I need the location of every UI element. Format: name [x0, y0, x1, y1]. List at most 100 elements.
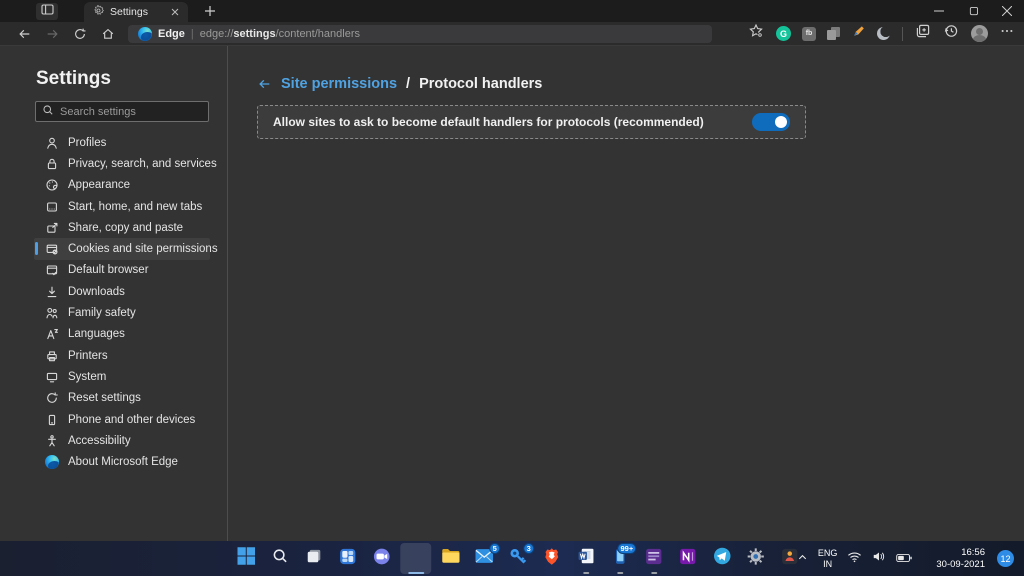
sidebar-item-appearance[interactable]: Appearance	[34, 175, 210, 196]
printers-icon	[45, 349, 59, 363]
key-app-button[interactable]: 3	[502, 543, 533, 574]
back-button[interactable]	[10, 23, 38, 45]
search-input[interactable]	[60, 106, 190, 118]
tab-close-icon[interactable]	[168, 5, 182, 19]
pages-extension-icon[interactable]	[827, 27, 841, 41]
tab-actions-menu-button[interactable]	[36, 3, 58, 20]
allow-protocol-handlers-toggle[interactable]	[752, 113, 790, 131]
file-explorer-button[interactable]	[434, 543, 465, 574]
section-title: Protocol handlers	[419, 76, 542, 92]
moon-extension-icon[interactable]	[877, 27, 890, 40]
breadcrumb: Site permissions / Protocol handlers	[257, 76, 1024, 92]
sidebar-item-downloads[interactable]: Downloads	[34, 281, 210, 302]
tray-date: 30-09-2021	[936, 559, 985, 570]
settings-app-button[interactable]	[740, 543, 771, 574]
sidebar-item-share-copy-and-paste[interactable]: Share, copy and paste	[34, 217, 210, 238]
favorites-star-icon[interactable]	[748, 23, 764, 44]
sidebar-item-reset-settings[interactable]: Reset settings	[34, 388, 210, 409]
wifi-icon[interactable]	[847, 550, 862, 568]
privacy-icon	[45, 157, 59, 171]
maximize-button[interactable]	[956, 0, 990, 22]
running-indicator	[651, 572, 657, 575]
edge-logo-icon	[138, 27, 152, 41]
language-line1: ENG	[818, 548, 838, 558]
widgets-icon	[338, 547, 357, 571]
fb-extension-icon[interactable]: fb	[802, 27, 816, 41]
word-button[interactable]	[570, 543, 601, 574]
widgets-button[interactable]	[332, 543, 363, 574]
home-button[interactable]	[94, 23, 122, 45]
volume-icon[interactable]	[872, 550, 886, 568]
settings-content: Site permissions / Protocol handlers All…	[228, 46, 1024, 541]
notification-count-badge[interactable]: 12	[997, 550, 1014, 567]
refresh-button[interactable]	[66, 23, 94, 45]
brave-button[interactable]	[536, 543, 567, 574]
protocol-handlers-setting-row: Allow sites to ask to become default han…	[257, 105, 806, 139]
sidebar-item-cookies-and-site-permissions[interactable]: Cookies and site permissions	[34, 238, 210, 259]
search-button[interactable]	[264, 543, 295, 574]
tray-chevron-up-icon[interactable]	[797, 550, 808, 568]
onenote-button[interactable]	[672, 543, 703, 574]
chat-icon	[372, 547, 391, 571]
sidebar-item-profiles[interactable]: Profiles	[34, 132, 210, 153]
sidebar-item-default-browser[interactable]: Default browser	[34, 260, 210, 281]
mail-button[interactable]: 5	[468, 543, 499, 574]
start-home-icon	[45, 200, 59, 214]
page-title: Settings	[36, 68, 227, 90]
sidebar-item-label: System	[68, 371, 106, 383]
task-view-button[interactable]	[298, 543, 329, 574]
forward-button[interactable]	[38, 23, 66, 45]
breadcrumb-link-site-permissions[interactable]: Site permissions	[281, 76, 397, 92]
minimize-button[interactable]	[922, 0, 956, 22]
more-menu-icon[interactable]	[1000, 24, 1014, 43]
sidebar-item-label: Reset settings	[68, 392, 141, 404]
language-indicator[interactable]: ENG IN	[818, 548, 838, 569]
purple-app-button[interactable]	[638, 543, 669, 574]
sidebar-item-label: Accessibility	[68, 435, 131, 447]
sidebar-item-printers[interactable]: Printers	[34, 345, 210, 366]
sidebar-item-label: Cookies and site permissions	[68, 243, 218, 255]
telegram-button[interactable]	[706, 543, 737, 574]
history-icon[interactable]	[943, 23, 959, 44]
taskbar-icons: 53 99+	[230, 543, 805, 574]
settings-search-box[interactable]	[35, 101, 209, 122]
screen: Settings Edge |	[0, 0, 1024, 576]
sidebar-item-about-microsoft-edge[interactable]: About Microsoft Edge	[34, 451, 210, 472]
sidebar-item-system[interactable]: System	[34, 366, 210, 387]
toolbar-separator	[902, 27, 903, 41]
profile-avatar[interactable]	[971, 25, 988, 42]
toolbar-right-cluster: Gfb	[748, 23, 1014, 44]
phone-link-button[interactable]: 99+	[604, 543, 635, 574]
back-arrow-icon[interactable]	[257, 77, 272, 91]
sidebar-item-start-home-and-new-tabs[interactable]: Start, home, and new tabs	[34, 196, 210, 217]
downloads-icon	[45, 285, 59, 299]
sidebar-item-accessibility[interactable]: Accessibility	[34, 430, 210, 451]
clock[interactable]: 16:56 30-09-2021	[936, 547, 985, 570]
sidebar-item-languages[interactable]: Languages	[34, 324, 210, 345]
sidebar-item-label: Appearance	[68, 179, 130, 191]
start-button[interactable]	[230, 543, 261, 574]
gear-icon	[746, 547, 765, 571]
window-controls	[922, 0, 1024, 22]
collections-icon[interactable]	[915, 23, 931, 44]
reset-icon	[45, 391, 59, 405]
sidebar-item-phone-and-other-devices[interactable]: Phone and other devices	[34, 409, 210, 430]
language-line2: IN	[818, 559, 838, 569]
chat-button[interactable]	[366, 543, 397, 574]
pen-extension-icon[interactable]	[852, 24, 866, 43]
battery-icon[interactable]	[896, 550, 912, 568]
family-icon	[45, 306, 59, 320]
address-bar[interactable]: Edge | edge://settings/content/handlers	[128, 25, 712, 43]
grammarly-extension-icon[interactable]: G	[776, 26, 791, 41]
edge-taskbar-button[interactable]	[400, 543, 431, 574]
tray-time: 16:56	[936, 547, 985, 558]
new-tab-button[interactable]	[200, 2, 220, 20]
sidebar-item-family-safety[interactable]: Family safety	[34, 302, 210, 323]
breadcrumb-separator: /	[406, 76, 410, 92]
tab-settings[interactable]: Settings	[84, 2, 188, 22]
close-button[interactable]	[990, 0, 1024, 22]
sidebar-item-privacy-search-and-services[interactable]: Privacy, search, and services	[34, 153, 210, 174]
languages-icon	[45, 327, 59, 341]
browser-toolbar: Edge | edge://settings/content/handlers …	[0, 22, 1024, 46]
badge: 99+	[618, 543, 637, 554]
